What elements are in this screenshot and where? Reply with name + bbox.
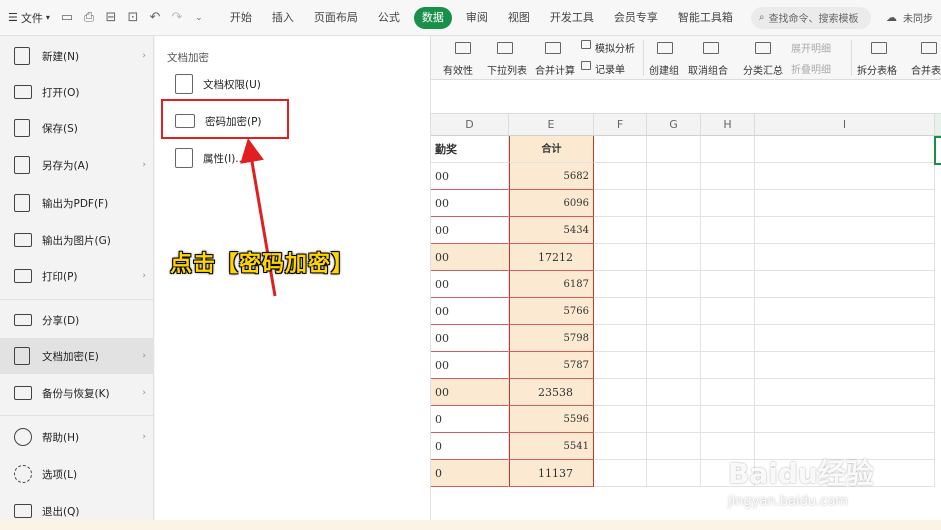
annotation-arrow bbox=[240, 138, 277, 297]
annotation-text: 点击【密码加密】 bbox=[170, 252, 355, 277]
baidu-logo: Baidu经验 bbox=[728, 457, 874, 490]
watermark-url: jingyan.baidu.com bbox=[728, 494, 848, 509]
watermark: Baidu经验 jingyan.baidu.com bbox=[728, 452, 874, 509]
bottom-strip bbox=[0, 520, 941, 530]
